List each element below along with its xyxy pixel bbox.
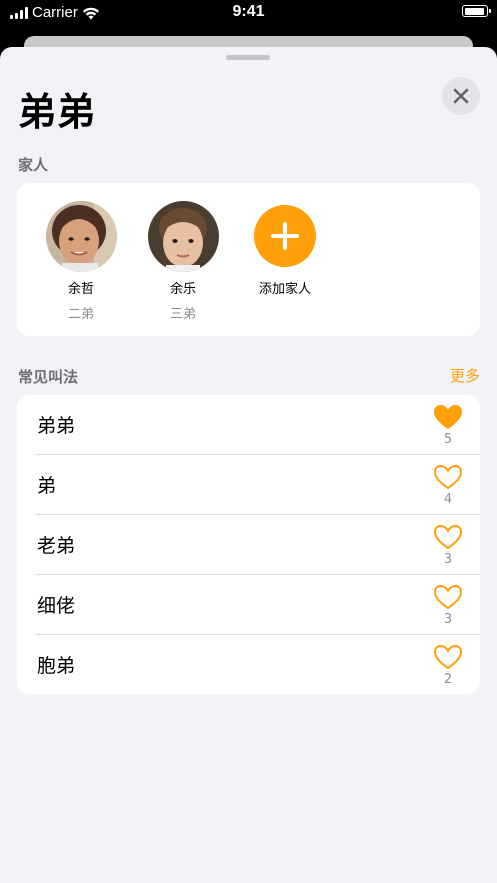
list-item[interactable]: 老弟 3 — [17, 515, 480, 575]
member-name: 余哲 — [67, 282, 94, 297]
list-item[interactable]: 胞弟 2 — [17, 635, 480, 694]
add-family-button[interactable]: 添加家人 — [240, 201, 330, 297]
family-member[interactable]: 余哲 二弟 — [36, 201, 126, 322]
like-count: 2 — [443, 672, 453, 687]
status-bar: Carrier 9:41 — [0, 0, 497, 26]
close-button[interactable] — [442, 77, 480, 115]
sheet: 弟弟 家人 余哲 二弟 余乐 三弟 添加家人 常见叫法 更多 弟弟 5 弟 4 … — [0, 47, 497, 883]
family-card: 余哲 二弟 余乐 三弟 添加家人 — [17, 183, 480, 336]
plus-icon — [271, 222, 299, 250]
list-item[interactable]: 细佬 3 — [17, 575, 480, 635]
list-item[interactable]: 弟 4 — [17, 455, 480, 515]
name-label: 弟弟 — [37, 415, 76, 437]
name-label: 弟 — [37, 475, 57, 497]
heart-filled-icon[interactable] — [432, 403, 464, 431]
close-icon — [453, 88, 469, 104]
heart-outline-icon[interactable] — [432, 643, 464, 671]
more-link[interactable]: 更多 — [450, 365, 480, 386]
sheet-grabber[interactable] — [226, 55, 270, 60]
like-count: 3 — [443, 552, 453, 567]
add-family-label: 添加家人 — [258, 282, 311, 297]
names-card: 弟弟 5 弟 4 老弟 3 细佬 3 胞弟 2 — [17, 395, 480, 694]
like-count: 3 — [443, 612, 453, 627]
name-label: 老弟 — [37, 535, 76, 557]
heart-outline-icon[interactable] — [432, 463, 464, 491]
family-member[interactable]: 余乐 三弟 — [138, 201, 228, 322]
member-name: 余乐 — [169, 282, 196, 297]
name-label: 细佬 — [37, 595, 76, 617]
battery-icon — [462, 5, 491, 17]
member-relation: 三弟 — [169, 307, 196, 322]
names-section-label: 常见叫法 — [18, 368, 79, 386]
heart-outline-icon[interactable] — [432, 583, 464, 611]
name-label: 胞弟 — [37, 655, 76, 677]
list-item[interactable]: 弟弟 5 — [17, 395, 480, 455]
like-count: 5 — [443, 432, 453, 447]
avatar — [147, 201, 219, 272]
like-count: 4 — [443, 492, 453, 507]
status-time: 9:41 — [232, 3, 265, 20]
add-circle — [254, 205, 316, 267]
family-section-label: 家人 — [18, 156, 49, 174]
page-title: 弟弟 — [18, 90, 97, 134]
heart-outline-icon[interactable] — [432, 523, 464, 551]
member-relation: 二弟 — [67, 307, 94, 322]
avatar — [45, 201, 117, 272]
